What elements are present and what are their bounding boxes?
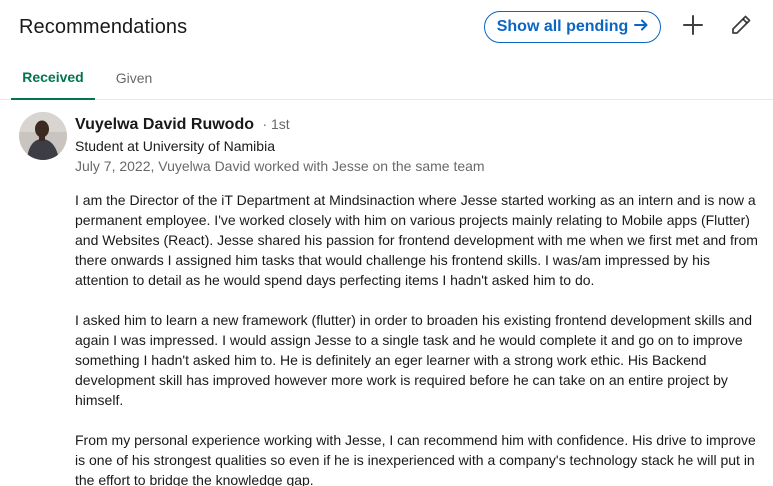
show-all-pending-label: Show all pending xyxy=(496,18,629,35)
recommendation-meta: July 7, 2022, Vuyelwa David worked with … xyxy=(75,158,485,174)
connection-degree: · 1st xyxy=(262,116,290,132)
tab-given[interactable]: Given xyxy=(100,56,168,100)
section-header: Recommendations Show all pending xyxy=(0,0,773,56)
recommender-name[interactable]: Vuyelwa David Ruwodo xyxy=(75,116,254,133)
add-recommendation-button[interactable] xyxy=(679,13,707,41)
recommender-headline: Student at University of Namibia xyxy=(75,138,275,154)
tab-received[interactable]: Received xyxy=(11,56,95,100)
recommendation-paragraph: I asked him to learn a new framework (fl… xyxy=(75,312,753,408)
section-title: Recommendations xyxy=(19,16,188,38)
arrow-right-icon xyxy=(634,19,648,35)
recommendation-text: I am the Director of the iT Department a… xyxy=(75,190,765,486)
show-all-pending-button[interactable]: Show all pending xyxy=(484,11,661,43)
plus-icon xyxy=(682,14,704,41)
recommender-name-line: Vuyelwa David Ruwodo · 1st xyxy=(75,116,290,134)
recommendation-tabs: Received Given xyxy=(0,56,773,100)
recommendation-paragraph: I am the Director of the iT Department a… xyxy=(75,192,758,288)
pencil-icon xyxy=(730,14,752,41)
avatar[interactable] xyxy=(19,112,67,160)
recommendation-paragraph: From my personal experience working with… xyxy=(75,432,756,486)
edit-recommendations-button[interactable] xyxy=(727,13,755,41)
